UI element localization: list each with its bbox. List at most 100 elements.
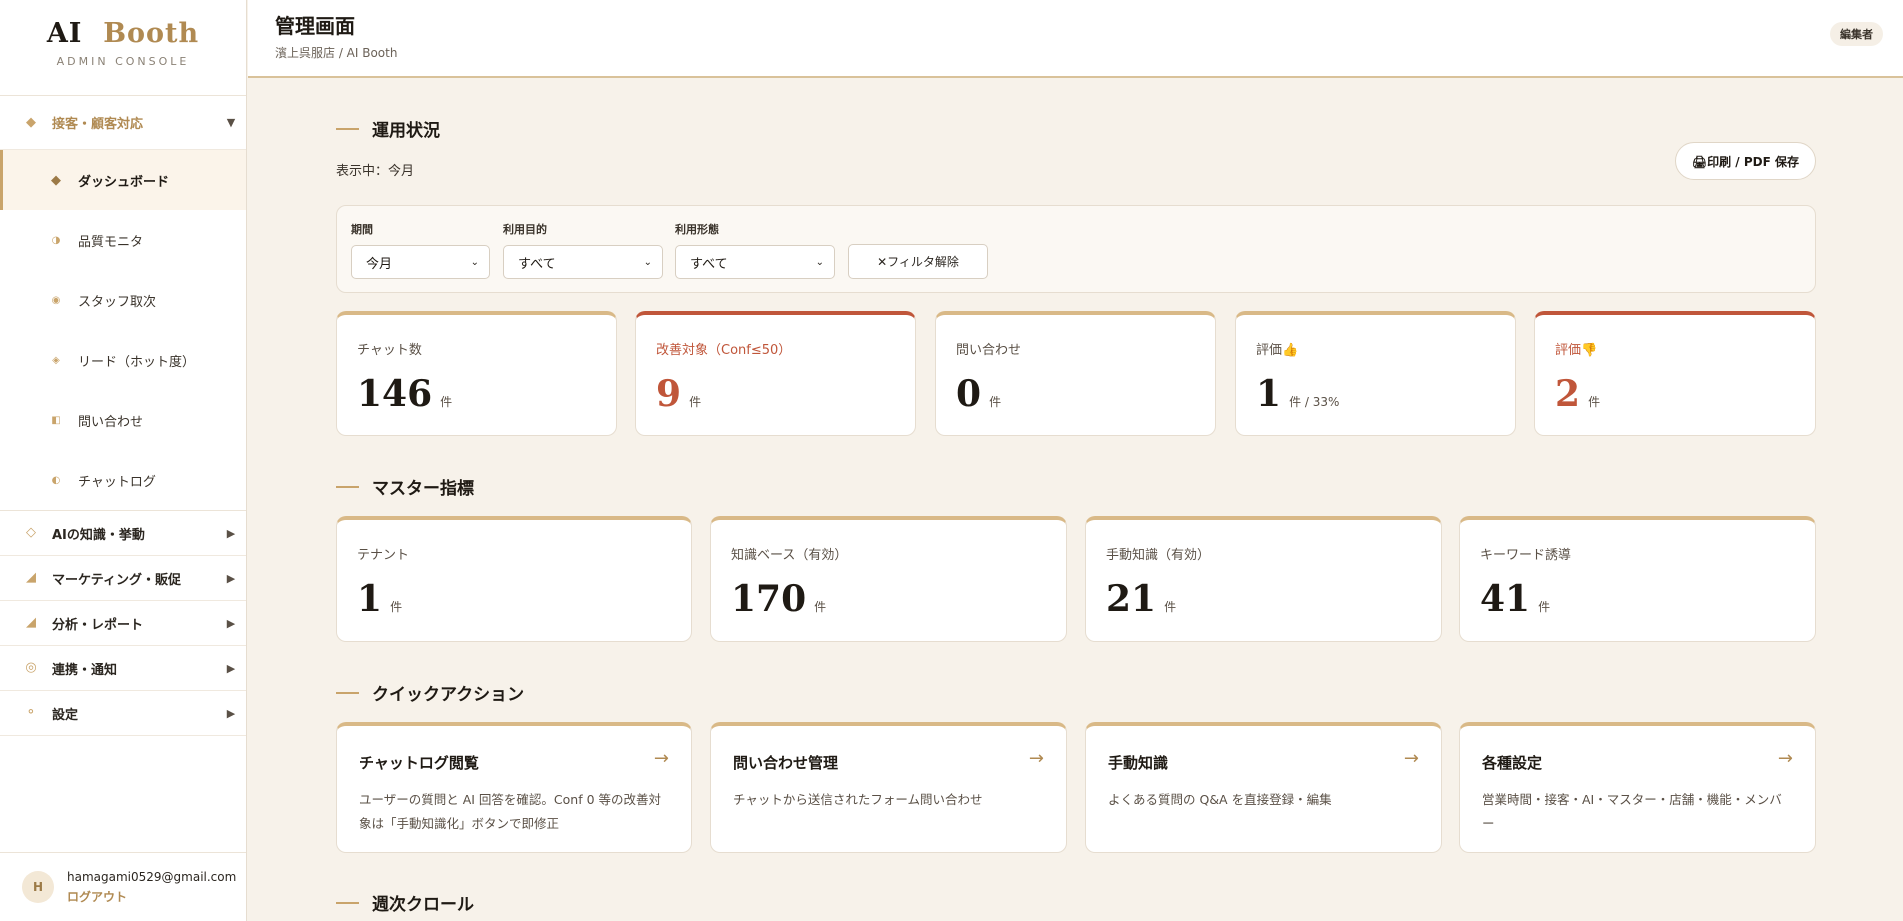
sidebar-item-dashboard[interactable]: ◆ ダッシュボード <box>0 150 246 210</box>
sidebar-item-label: リード（ホット度） <box>78 354 196 370</box>
kpi-unit: 件 <box>989 395 1002 409</box>
sidebar-item-inquiries[interactable]: ◧ 問い合わせ <box>0 390 246 450</box>
kpi-unit: 件 <box>689 395 702 409</box>
kpi-number: 21 <box>1106 578 1157 620</box>
kpi-number: 1 <box>357 578 383 620</box>
filter-bar: 期間 今月 ⌄ 利用目的 すべて ⌄ 利用形態 すべて ⌄ ✕フィルタ解除 <box>336 205 1816 293</box>
kpi-card-improvement[interactable]: 改善対象（Conf≤50） 9 件 <box>635 311 916 436</box>
role-badge: 編集者 <box>1830 22 1883 46</box>
nav-group-customer-service[interactable]: ◆ 接客・顧客対応 ▼ <box>0 96 246 150</box>
clear-filter-button[interactable]: ✕フィルタ解除 <box>848 244 988 279</box>
nav-group-ai-knowledge[interactable]: ◇ AIの知識・挙動 ▶ <box>0 511 246 556</box>
nav-group-label: 連携・通知 <box>52 662 118 678</box>
section-title-text: 週次クロール <box>372 895 474 915</box>
sparkle-icon: ◈ <box>52 354 60 366</box>
kpi-value: 146 件 <box>357 373 452 415</box>
kpi-label: 改善対象（Conf≤50） <box>656 343 792 358</box>
kpi-unit: 件 / 33% <box>1289 395 1340 409</box>
nav-group-analytics[interactable]: ◢ 分析・レポート ▶ <box>0 601 246 646</box>
diamond-outline-icon: ◇ <box>26 525 36 540</box>
mode-select[interactable]: すべて ⌄ <box>675 245 835 279</box>
nav-group-integrations[interactable]: ◎ 連携・通知 ▶ <box>0 646 246 691</box>
quick-action-chat-log[interactable]: チャットログ閲覧 → ユーザーの質問と AI 回答を確認。Conf 0 等の改善… <box>336 722 692 853</box>
quick-action-inquiries[interactable]: 問い合わせ管理 → チャットから送信されたフォーム問い合わせ <box>710 722 1067 853</box>
master-card-tenants[interactable]: テナント 1 件 <box>336 516 692 642</box>
section-title-text: クイックアクション <box>372 685 525 705</box>
ring-icon: ◎ <box>25 660 37 675</box>
master-card-knowledge-base[interactable]: 知識ベース（有効） 170 件 <box>710 516 1067 642</box>
half-circle-icon: ◑ <box>51 234 61 246</box>
brand-subtitle: ADMIN CONSOLE <box>56 55 190 68</box>
chevron-down-icon: ⌄ <box>643 256 652 268</box>
kpi-value: 0 件 <box>956 373 1001 415</box>
kpi-unit: 件 <box>1588 395 1601 409</box>
header: 管理画面 濱上呉服店 / AI Booth 編集者 <box>248 0 1903 78</box>
target-icon: ◉ <box>51 294 61 306</box>
quick-action-desc: 営業時間・接客・AI・マスター・店舗・機能・メンバー <box>1482 792 1782 831</box>
nav-group-marketing[interactable]: ◢ マーケティング・販促 ▶ <box>0 556 246 601</box>
user-box: H hamagami0529@gmail.com ログアウト <box>0 852 246 921</box>
sidebar-item-label: 問い合わせ <box>78 414 144 430</box>
purpose-select[interactable]: すべて ⌄ <box>503 245 663 279</box>
section-dash <box>336 901 359 904</box>
brand-logo[interactable]: AI Booth <box>0 0 246 49</box>
kpi-number: 2 <box>1555 373 1581 415</box>
nav-group-label: 接客・顧客対応 <box>52 117 144 132</box>
kpi-unit: 件 <box>814 600 827 614</box>
page-title: 管理画面 <box>275 14 355 38</box>
kpi-card-inquiries[interactable]: 問い合わせ 0 件 <box>935 311 1216 436</box>
kpi-label: 手動知識（有効） <box>1106 548 1211 563</box>
diamond-icon: ◆ <box>26 114 36 130</box>
nav-group-label: マーケティング・販促 <box>52 572 181 588</box>
kpi-label: キーワード誘導 <box>1480 548 1572 563</box>
select-value: すべて <box>518 256 556 272</box>
sidebar-item-chat-log[interactable]: ◐ チャットログ <box>0 450 246 510</box>
chevron-down-icon: ⌄ <box>470 256 479 268</box>
sidebar-item-quality-monitor[interactable]: ◑ 品質モニタ <box>0 210 246 270</box>
kpi-label: 知識ベース（有効） <box>731 548 848 563</box>
kpi-value: 170 件 <box>731 578 826 620</box>
kpi-card-chats[interactable]: チャット数 146 件 <box>336 311 617 436</box>
kpi-value: 2 件 <box>1555 373 1600 415</box>
period-select[interactable]: 今月 ⌄ <box>351 245 490 279</box>
dot-icon: ⚬ <box>25 705 37 720</box>
quick-action-desc: ユーザーの質問と AI 回答を確認。Conf 0 等の改善対象は「手動知識化」ボ… <box>359 792 662 831</box>
quick-action-title: 手動知識 <box>1108 754 1169 772</box>
print-pdf-button[interactable]: 🖨印刷 / PDF 保存 <box>1674 142 1816 180</box>
quick-action-desc: よくある質問の Q&A を直接登録・編集 <box>1108 792 1332 807</box>
section-dash <box>336 485 359 488</box>
filter-label: 利用形態 <box>675 223 719 236</box>
master-card-keyword-guidance[interactable]: キーワード誘導 41 件 <box>1459 516 1816 642</box>
kpi-value: 41 件 <box>1480 578 1550 620</box>
section-title-master: マスター指標 <box>336 474 474 499</box>
kpi-unit: 件 <box>390 600 403 614</box>
nav-group-label: 設定 <box>52 707 79 723</box>
sidebar-item-label: 品質モニタ <box>78 234 144 250</box>
logout-link[interactable]: ログアウト <box>67 888 236 905</box>
section-title-quick-actions: クイックアクション <box>336 680 524 705</box>
kpi-card-rating-up[interactable]: 評価👍 1 件 / 33% <box>1235 311 1516 436</box>
filter-mode: 利用形態 すべて ⌄ <box>675 221 835 279</box>
kpi-value: 9 件 <box>656 373 701 415</box>
brand-title-main: AI <box>46 18 83 49</box>
kpi-card-rating-down[interactable]: 評価👎 2 件 <box>1534 311 1816 436</box>
sidebar-item-label: スタッフ取次 <box>78 294 157 310</box>
sidebar-item-staff-handoff[interactable]: ◉ スタッフ取次 <box>0 270 246 330</box>
quick-action-manual-knowledge[interactable]: 手動知識 → よくある質問の Q&A を直接登録・編集 <box>1085 722 1442 853</box>
filter-purpose: 利用目的 すべて ⌄ <box>503 221 663 279</box>
kpi-number: 1 <box>1256 373 1282 415</box>
kpi-number: 146 <box>357 373 433 415</box>
filter-period: 期間 今月 ⌄ <box>351 221 490 279</box>
quick-action-settings[interactable]: 各種設定 → 営業時間・接客・AI・マスター・店舗・機能・メンバー <box>1459 722 1816 853</box>
sidebar-item-leads[interactable]: ◈ リード（ホット度） <box>0 330 246 390</box>
sidebar-item-label: チャットログ <box>78 474 156 490</box>
kpi-unit: 件 <box>1164 600 1177 614</box>
kpi-number: 9 <box>656 373 682 415</box>
brand-title-accent: Booth <box>103 18 200 49</box>
nav-submenu: ◆ ダッシュボード ◑ 品質モニタ ◉ スタッフ取次 ◈ リード（ホット度） ◧… <box>0 150 246 511</box>
filter-label: 期間 <box>351 223 373 236</box>
nav-group-settings[interactable]: ⚬ 設定 ▶ <box>0 691 246 736</box>
section-title-text: マスター指標 <box>372 479 474 499</box>
sidebar-item-label: ダッシュボード <box>78 174 170 190</box>
master-card-manual-knowledge[interactable]: 手動知識（有効） 21 件 <box>1085 516 1442 642</box>
